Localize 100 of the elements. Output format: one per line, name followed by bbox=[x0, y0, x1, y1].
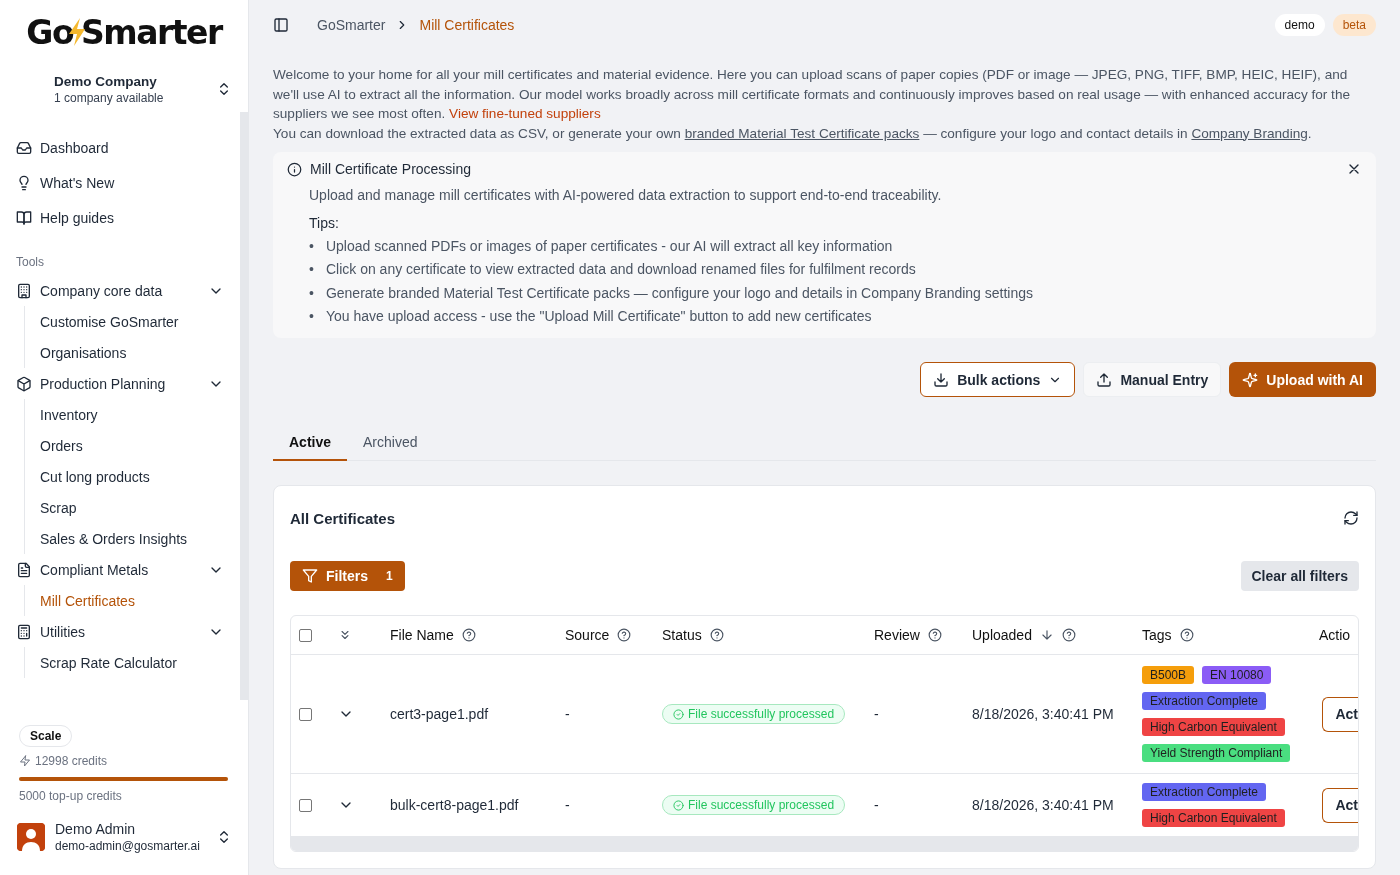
credits-text: 12998 credits bbox=[35, 754, 108, 768]
action-button[interactable]: Upload with AI bbox=[1229, 362, 1376, 398]
sidebar-toggle-icon[interactable] bbox=[273, 17, 289, 33]
box-icon bbox=[16, 375, 32, 392]
info-icon bbox=[287, 161, 302, 177]
bullet: • bbox=[309, 237, 314, 256]
sidebar-item[interactable]: Inventory bbox=[40, 406, 98, 423]
building-icon bbox=[16, 282, 32, 299]
help-icon[interactable] bbox=[617, 628, 632, 643]
sidebar-item[interactable]: Sales & Orders Insights bbox=[40, 530, 188, 547]
row-checkbox[interactable] bbox=[299, 798, 312, 812]
text-link[interactable]: Company Branding bbox=[1191, 125, 1308, 141]
refresh-icon[interactable] bbox=[1343, 510, 1359, 527]
horizontal-scrollbar[interactable] bbox=[291, 837, 1358, 852]
breadcrumb-link[interactable]: GoSmarter bbox=[317, 17, 386, 33]
tab[interactable]: Archived bbox=[347, 428, 434, 462]
sidebar-item[interactable]: What's New bbox=[40, 174, 115, 191]
status-badge: File successfully processed bbox=[662, 704, 846, 725]
sidebar-item[interactable]: Cut long products bbox=[40, 468, 150, 485]
tag: EN 10080 bbox=[1202, 666, 1272, 685]
column-header[interactable]: Actio bbox=[1319, 627, 1351, 644]
scrollbar[interactable] bbox=[240, 112, 248, 700]
tip-item: Click on any certificate to view extracted data and download renamed files for fulfilment records bbox=[325, 260, 916, 280]
lightbulb-icon bbox=[16, 174, 32, 191]
row-checkbox[interactable] bbox=[299, 707, 312, 721]
user-name: Demo Admin bbox=[55, 821, 137, 837]
filter-icon bbox=[302, 568, 318, 585]
bullet: • bbox=[309, 283, 314, 303]
topup-credits: 5000 top-up credits bbox=[19, 789, 123, 803]
beta-badge: beta bbox=[1332, 14, 1376, 36]
document-icon bbox=[16, 561, 32, 578]
bolt-icon bbox=[19, 755, 31, 767]
intro-paragraph: Welcome to your home for all your mill certificates and material evidence. Here you can upload scans of paper copies (PDF or image — JPEG, PNG, TIFF, BMP, HEIC, HEIF), and we'll use AI to extract all the information. Our model works broadly across mill certificate formats and continuously improves based on real usage — with enhanced accuracy for the suppliers we see most often. View fine-tuned suppliers bbox=[273, 66, 1351, 123]
tag: High Carbon Equivalent bbox=[1142, 809, 1285, 828]
status-badge: File successfully processed bbox=[662, 795, 846, 816]
tag: Extraction Complete bbox=[1142, 692, 1267, 711]
sidebar-item[interactable]: Mill Certificates bbox=[40, 592, 135, 609]
actions-button[interactable]: Act bbox=[1322, 787, 1358, 823]
tab[interactable]: Active bbox=[273, 428, 348, 462]
avatar bbox=[17, 823, 45, 851]
sort-down-icon[interactable] bbox=[1039, 628, 1054, 643]
table-cell: - bbox=[874, 706, 879, 723]
column-header[interactable]: Review bbox=[874, 627, 920, 644]
sidebar-item[interactable]: Customise GoSmarter bbox=[40, 313, 179, 330]
file-name[interactable]: bulk-cert8-page1.pdf bbox=[390, 797, 519, 814]
panel-description: Upload and manage mill certificates with AI-powered data extraction to support end-to-end traceability. bbox=[309, 187, 943, 203]
action-button[interactable]: Bulk actions bbox=[920, 362, 1076, 398]
sidebar-item[interactable]: Organisations bbox=[40, 344, 127, 361]
help-icon[interactable] bbox=[1061, 628, 1076, 643]
tag: Extraction Complete bbox=[1142, 783, 1267, 802]
help-icon[interactable] bbox=[709, 628, 724, 643]
table-cell: - bbox=[565, 706, 570, 723]
clear-filters-button[interactable]: Clear all filters bbox=[1240, 561, 1359, 592]
table-cell: - bbox=[874, 797, 879, 814]
check-circle-icon bbox=[673, 799, 684, 811]
column-header[interactable]: Status bbox=[662, 627, 702, 644]
column-header[interactable]: Source bbox=[565, 627, 610, 644]
panel-title: Mill Certificate Processing bbox=[310, 161, 473, 177]
select-all-checkbox[interactable] bbox=[299, 628, 312, 642]
bullet: • bbox=[309, 306, 314, 326]
help-icon[interactable] bbox=[1179, 628, 1194, 643]
bullet: • bbox=[309, 260, 314, 280]
book-icon bbox=[16, 209, 32, 226]
intro-paragraph: You can download the extracted data as CSV, or generate your own branded Material Test Certificate packs — configure your logo and contact details in Company Branding. bbox=[273, 124, 1313, 143]
upload-icon bbox=[1096, 371, 1113, 388]
download-icon bbox=[933, 371, 950, 388]
filters-button[interactable]: Filters 1 bbox=[290, 561, 405, 592]
table-cell: - bbox=[565, 797, 570, 814]
sidebar-group[interactable]: Utilities bbox=[40, 623, 200, 640]
user-email: demo-admin@gosmarter.ai bbox=[55, 839, 200, 853]
action-button[interactable]: Manual Entry bbox=[1083, 362, 1222, 398]
column-header[interactable]: Tags bbox=[1142, 627, 1172, 644]
calculator-icon bbox=[16, 623, 32, 640]
help-icon[interactable] bbox=[461, 628, 476, 643]
help-icon[interactable] bbox=[927, 628, 942, 643]
tag: High Carbon Equivalent bbox=[1142, 718, 1285, 737]
breadcrumb-link[interactable]: Mill Certificates bbox=[419, 17, 515, 33]
sidebar-group[interactable]: Compliant Metals bbox=[40, 561, 200, 578]
actions-button[interactable]: Act bbox=[1322, 696, 1358, 732]
company-count: 1 company available bbox=[54, 90, 164, 105]
sidebar-item[interactable]: Orders bbox=[40, 437, 83, 454]
suppliers-link[interactable]: View fine-tuned suppliers bbox=[449, 106, 601, 121]
file-name[interactable]: cert3-page1.pdf bbox=[390, 706, 489, 723]
table-cell: 8/18/2026, 3:40:41 PM bbox=[972, 797, 1114, 814]
workspace-badge: demo bbox=[1274, 14, 1325, 36]
tip-item: Upload scanned PDFs or images of paper certificates - our AI will extract all key information bbox=[325, 237, 893, 256]
tips-label: Tips: bbox=[309, 215, 340, 231]
tip-item: Generate branded Material Test Certificate packs — configure your logo and details in Company Branding settings bbox=[325, 283, 1034, 303]
check-circle-icon bbox=[673, 708, 684, 720]
column-header[interactable]: File Name bbox=[390, 627, 454, 644]
text-link[interactable]: branded Material Test Certificate packs bbox=[684, 125, 920, 141]
sidebar-group[interactable]: Production Planning bbox=[40, 375, 200, 392]
sidebar-item[interactable]: Help guides bbox=[40, 209, 114, 226]
sidebar-item[interactable]: Scrap Rate Calculator bbox=[40, 654, 177, 671]
sidebar-group[interactable]: Company core data bbox=[40, 282, 200, 299]
sidebar-item[interactable]: Scrap bbox=[40, 499, 77, 516]
sidebar-item[interactable]: Dashboard bbox=[40, 139, 109, 156]
table-cell: 8/18/2026, 3:40:41 PM bbox=[972, 706, 1114, 723]
company-name: Demo Company bbox=[54, 73, 158, 89]
column-header[interactable]: Uploaded bbox=[972, 627, 1032, 644]
